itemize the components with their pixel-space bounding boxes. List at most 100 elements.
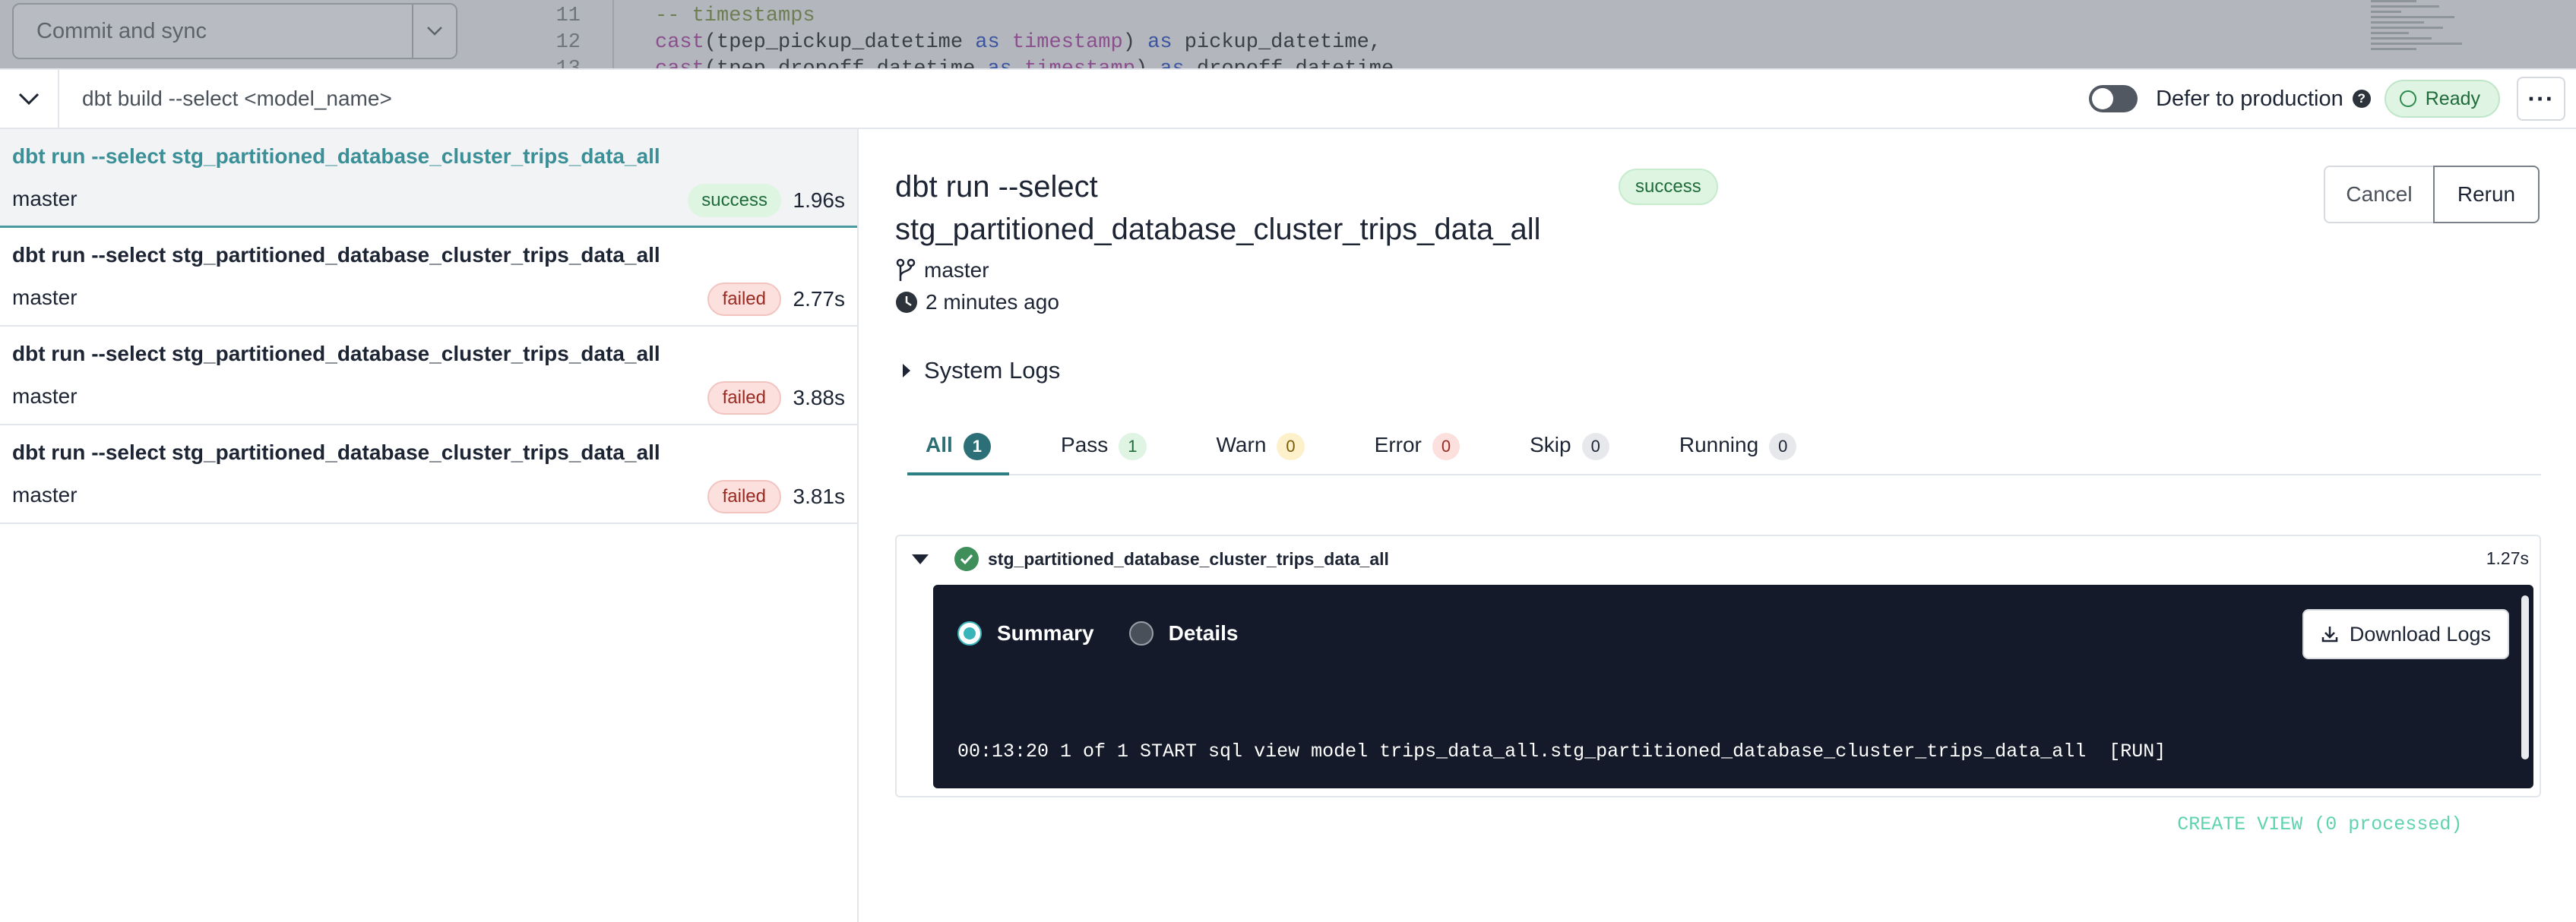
- cancel-button[interactable]: Cancel: [2324, 166, 2435, 223]
- code-token: (tpep_dropoff_datetime: [704, 58, 988, 68]
- code-minimap[interactable]: [2371, 0, 2477, 68]
- clock-icon: [896, 292, 917, 313]
- system-logs-label: System Logs: [924, 357, 1061, 384]
- code-editor[interactable]: -- timestamps cast(tpep_pickup_datetime a…: [655, 3, 1406, 68]
- model-result-card: stg_partitioned_database_cluster_trips_d…: [895, 535, 2541, 860]
- tab-count-badge: 0: [1769, 433, 1797, 460]
- run-branch: master: [12, 286, 78, 309]
- code-token: ): [1122, 31, 1148, 54]
- log-line: 00:13:20 1 of 1 START sql view model tri…: [957, 740, 2166, 763]
- tab-label: Pass: [1061, 433, 1109, 456]
- run-duration: 1.96s: [793, 188, 846, 212]
- success-check-icon: [954, 547, 979, 571]
- summary-radio-label[interactable]: Summary: [997, 621, 1094, 646]
- system-logs-toggle[interactable]: System Logs: [901, 357, 1060, 384]
- command-input[interactable]: [59, 87, 2090, 111]
- run-history-item[interactable]: dbt run --select stg_partitioned_databas…: [0, 129, 857, 228]
- log-scrollbar[interactable]: [2521, 595, 2529, 759]
- code-token: cast: [655, 31, 704, 54]
- run-history-item[interactable]: dbt run --select stg_partitioned_databas…: [0, 327, 857, 425]
- tab-count-badge: 0: [1277, 433, 1305, 460]
- run-detail-status-badge: success: [1619, 169, 1718, 205]
- model-result-duration: 1.27s: [2486, 548, 2529, 568]
- code-token: timestamp: [1011, 31, 1123, 54]
- run-detail-title: dbt run --select stg_partitioned_databas…: [895, 166, 1579, 251]
- editor-background: Commit and sync 11 12 13 -- timestamps ca…: [0, 0, 2576, 68]
- tab-count-badge: 0: [1581, 433, 1609, 460]
- log-line-highlight: CREATE VIEW (0 processed): [2177, 813, 2463, 835]
- tab-running[interactable]: Running 0: [1661, 433, 1815, 475]
- model-result-header[interactable]: stg_partitioned_database_cluster_trips_d…: [897, 536, 2540, 582]
- chevron-down-icon: [18, 93, 40, 106]
- run-branch-row: master: [895, 258, 989, 283]
- tab-pass[interactable]: Pass 1: [1043, 433, 1165, 475]
- details-radio-label[interactable]: Details: [1169, 621, 1239, 646]
- log-text: 00:13:20 1 of 1 START sql view model tri…: [957, 691, 2508, 910]
- tab-skip[interactable]: Skip 0: [1511, 433, 1628, 475]
- code-token: pickup_datetime,: [1172, 31, 1381, 54]
- commit-and-sync-button[interactable]: Commit and sync: [12, 3, 457, 59]
- summary-radio[interactable]: [957, 621, 982, 646]
- download-logs-label: Download Logs: [2349, 622, 2491, 646]
- code-token: as: [1147, 31, 1172, 54]
- command-bar: Defer to production ? Ready ···: [0, 68, 2576, 129]
- code-line: cast(tpep_dropoff_datetime as timestamp)…: [655, 56, 1406, 68]
- commit-button-label: Commit and sync: [36, 18, 207, 43]
- run-duration: 3.88s: [793, 386, 846, 409]
- code-token: as: [975, 31, 1000, 54]
- caret-right-icon: [903, 364, 910, 377]
- run-detail-branch: master: [924, 258, 989, 282]
- tab-error[interactable]: Error 0: [1356, 433, 1478, 475]
- download-icon: [2321, 627, 2338, 643]
- code-token: timestamp: [1024, 58, 1135, 68]
- tab-all[interactable]: All 1: [907, 433, 1010, 475]
- run-command: dbt run --select stg_partitioned_databas…: [12, 243, 660, 267]
- more-options-button[interactable]: ···: [2517, 77, 2565, 121]
- ide-status-label: Ready: [2425, 87, 2480, 109]
- run-branch: master: [12, 483, 78, 507]
- run-status-badge: failed: [707, 381, 781, 415]
- model-result-name: stg_partitioned_database_cluster_trips_d…: [988, 548, 1389, 569]
- log-line-text: 00:13:21 1 of 1 OK created sql view mode…: [957, 813, 2178, 835]
- run-status-badge: failed: [707, 480, 781, 513]
- run-command: dbt run --select stg_partitioned_databas…: [12, 440, 660, 464]
- tab-count-badge: 0: [1432, 433, 1460, 460]
- log-view-selector: Summary Details: [957, 621, 1238, 646]
- run-history-item[interactable]: dbt run --select stg_partitioned_databas…: [0, 425, 857, 524]
- download-logs-button[interactable]: Download Logs: [2302, 609, 2509, 659]
- run-branch: master: [12, 187, 78, 210]
- tab-label: Running: [1679, 433, 1759, 456]
- rerun-button[interactable]: Rerun: [2433, 166, 2540, 223]
- result-filter-tabs: All 1 Pass 1 Warn 0 Error 0 Skip 0 Runni…: [907, 433, 2541, 475]
- code-token: ): [1135, 58, 1160, 68]
- defer-to-production-toggle[interactable]: [2089, 85, 2138, 112]
- ide-status-badge: Ready: [2384, 80, 2500, 118]
- run-branch: master: [12, 384, 78, 408]
- question-help-icon[interactable]: ?: [2352, 90, 2371, 108]
- run-title-line: stg_partitioned_database_cluster_trips_d…: [895, 213, 1541, 246]
- caret-down-icon[interactable]: [912, 554, 929, 564]
- run-time-row: 2 minutes ago: [895, 290, 1059, 314]
- run-history-item[interactable]: dbt run --select stg_partitioned_databas…: [0, 228, 857, 327]
- tab-count-badge: 1: [963, 433, 992, 460]
- run-command: dbt run --select stg_partitioned_databas…: [12, 144, 660, 168]
- run-status-badge: success: [688, 184, 781, 217]
- tab-label: All: [926, 433, 953, 456]
- code-line: -- timestamps: [655, 3, 1406, 30]
- tab-label: Error: [1374, 433, 1422, 456]
- collapse-panel-button[interactable]: [0, 70, 59, 128]
- run-duration: 2.77s: [793, 287, 846, 311]
- code-token: as: [1160, 58, 1184, 68]
- code-token: cast: [655, 58, 704, 68]
- defer-to-production-label: Defer to production: [2156, 86, 2343, 111]
- gutter-divider: [612, 0, 614, 68]
- details-radio[interactable]: [1128, 621, 1154, 646]
- git-branch-icon: [896, 258, 916, 281]
- code-line: cast(tpep_pickup_datetime as timestamp) …: [655, 30, 1406, 56]
- line-number: 11: [555, 5, 581, 27]
- log-output-panel: Summary Details Download Logs 00:13:20 1…: [933, 585, 2533, 860]
- line-number: 13: [517, 56, 581, 68]
- chevron-down-icon[interactable]: [412, 5, 456, 58]
- tab-warn[interactable]: Warn 0: [1198, 433, 1323, 475]
